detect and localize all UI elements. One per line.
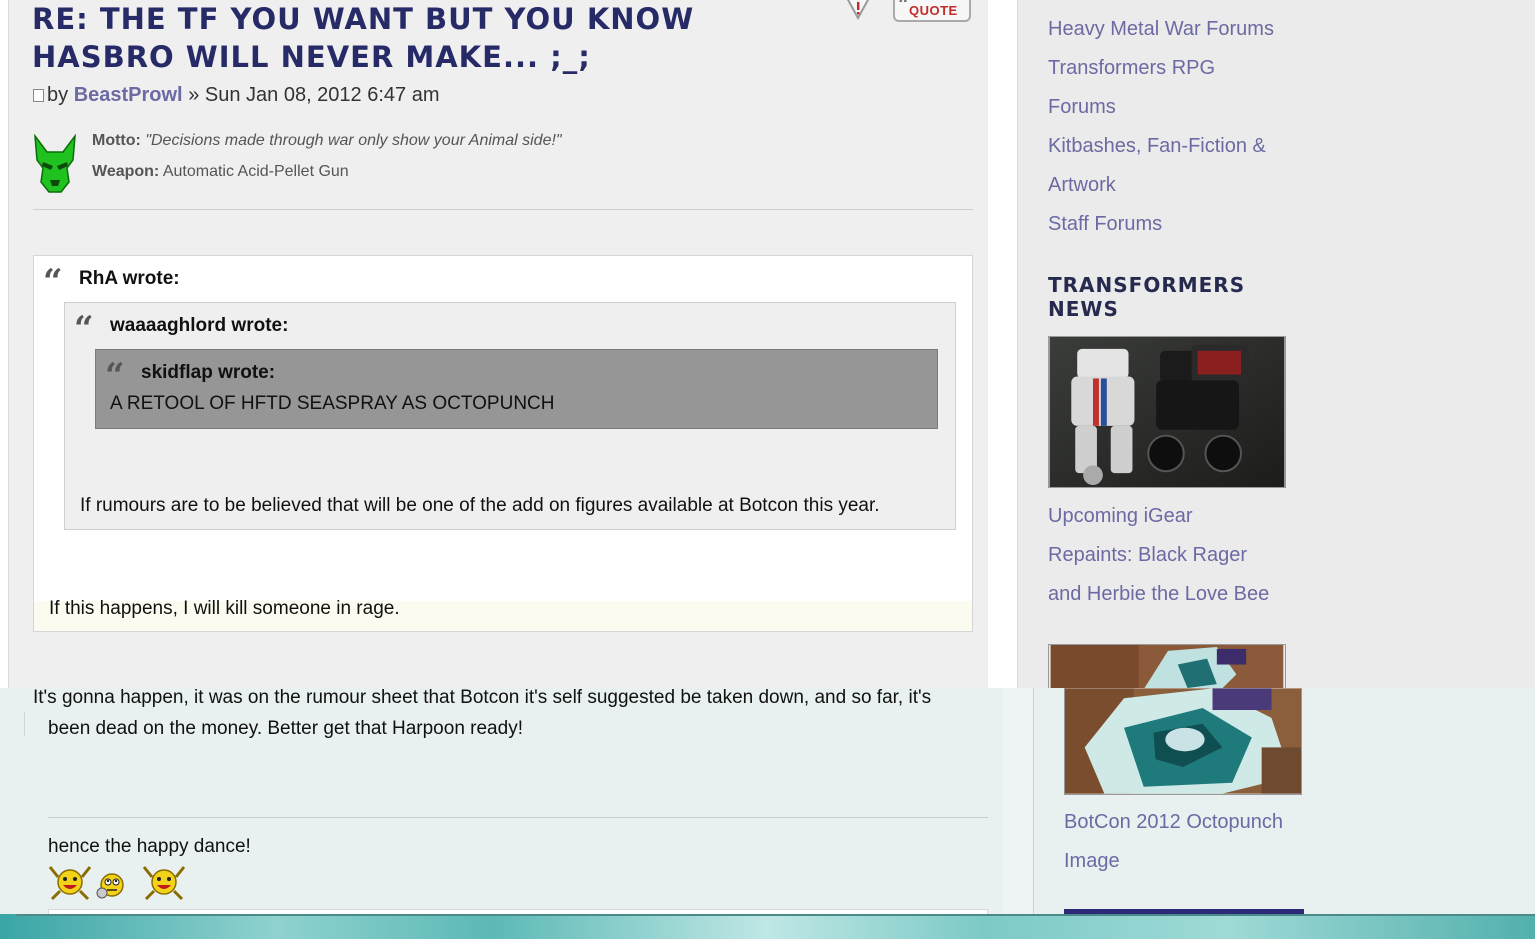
sidebar-link-staff-forums[interactable]: Staff Forums <box>1048 205 1274 244</box>
sidebar: Heavy Metal War Forums Transformers RPG … <box>1017 0 1535 688</box>
news-thumbnail-octopunch-top[interactable] <box>1048 644 1286 688</box>
quote-author: waaaaghlord wrote: <box>110 315 289 336</box>
byline-by: by <box>47 84 69 106</box>
signature-divider <box>48 817 988 818</box>
news-thumbnail-next[interactable] <box>1064 909 1304 914</box>
eye-roll-smiley-icon <box>96 873 124 899</box>
news-thumbnail-igear[interactable] <box>1048 336 1286 488</box>
sidebar-link-transformers-rpg[interactable]: Transformers RPG <box>1048 49 1274 88</box>
news-heading-line1: TRANSFORMERS <box>1048 273 1246 297</box>
dancing-smiley-icon <box>142 866 186 901</box>
page-gutter <box>1003 688 1033 914</box>
profile-motto: Motto: "Decisions made through war only … <box>92 132 562 163</box>
quote-block-level1: “ RhA wrote: “ waaaaghlord wrote: “ skid… <box>33 255 973 632</box>
post-divider <box>33 209 973 210</box>
reply-line: been dead on the money. Better get that … <box>48 718 523 739</box>
news-item-igear[interactable]: Upcoming iGear Repaints: Black Rager and… <box>1048 497 1308 614</box>
news-title-line[interactable]: Repaints: Black Rager <box>1048 536 1308 575</box>
quote-block-level3: “ skidflap wrote: A RETOOL OF HFTD SEASP… <box>95 349 938 429</box>
signature-text: hence the happy dance! <box>48 836 251 857</box>
quote-text: If rumours are to be believed that will … <box>80 495 880 516</box>
quote-block-level2: “ waaaaghlord wrote: “ skidflap wrote: A… <box>64 302 956 530</box>
motto-value: "Decisions made through war only show yo… <box>145 132 562 149</box>
quote-mark-icon: “ <box>898 0 910 16</box>
news-heading-line2: NEWS <box>1048 297 1119 321</box>
quote-author: RhA wrote: <box>79 268 180 289</box>
quote-button[interactable]: “ QUOTE <box>893 0 971 22</box>
profile-fields: Motto: "Decisions made through war only … <box>92 132 562 194</box>
news-title-line[interactable]: and Herbie the Love Bee <box>1048 575 1308 614</box>
post-title: RE: THE TF YOU WANT BUT YOU KNOW HASBRO … <box>32 2 695 74</box>
profile-weapon: Weapon: Automatic Acid-Pellet Gun <box>92 163 562 194</box>
news-title-line[interactable]: Image <box>1064 842 1324 881</box>
news-title-line[interactable]: Upcoming iGear <box>1048 497 1308 536</box>
sidebar-link-forums[interactable]: Forums <box>1048 88 1274 127</box>
forum-links: Heavy Metal War Forums Transformers RPG … <box>1048 10 1274 244</box>
post-edge-marker <box>24 712 25 736</box>
dancing-smiley-icon <box>48 866 92 901</box>
quote-author: skidflap wrote: <box>141 362 276 383</box>
news-title-line[interactable]: BotCon 2012 Octopunch <box>1064 803 1324 842</box>
quote-mark-icon: “ <box>43 262 63 302</box>
news-thumbnail-octopunch[interactable] <box>1064 688 1302 795</box>
weapon-value: Automatic Acid-Pellet Gun <box>162 163 349 180</box>
sidebar-link-heavy-metal-war[interactable]: Heavy Metal War Forums <box>1048 10 1274 49</box>
quote-mark-icon: “ <box>74 309 94 349</box>
avatar[interactable] <box>31 134 79 194</box>
quote-button-label: QUOTE <box>909 3 958 18</box>
post-reply-text: It's gonna happen, it was on the rumour … <box>33 682 978 744</box>
news-heading: TRANSFORMERS NEWS <box>1048 273 1245 321</box>
reply-line: It's gonna happen, it was on the rumour … <box>33 687 932 708</box>
post-byline: by BeastProwl » Sun Jan 08, 2012 6:47 am <box>33 84 440 107</box>
quote-mark-icon: “ <box>105 356 125 396</box>
weapon-label: Weapon: <box>92 163 160 180</box>
quote-text: A RETOOL OF HFTD SEASPRAY AS OCTOPUNCH <box>110 393 555 414</box>
report-post-icon[interactable] <box>845 0 871 20</box>
motto-label: Motto: <box>92 132 141 149</box>
sidebar-link-kitbashes[interactable]: Kitbashes, Fan-Fiction & <box>1048 127 1274 166</box>
page-background-strip <box>0 914 1535 939</box>
author-link[interactable]: BeastProwl <box>74 84 183 106</box>
news-item-octopunch[interactable]: BotCon 2012 Octopunch Image <box>1064 803 1324 881</box>
post-container: RE: THE TF YOU WANT BUT YOU KNOW HASBRO … <box>8 0 988 688</box>
byline-separator: » <box>188 84 200 106</box>
sidebar-link-artwork[interactable]: Artwork <box>1048 166 1274 205</box>
quote-text: If this happens, I will kill someone in … <box>49 598 400 619</box>
post-date: Sun Jan 08, 2012 6:47 am <box>204 84 440 106</box>
post-permalink-icon[interactable] <box>33 89 44 102</box>
